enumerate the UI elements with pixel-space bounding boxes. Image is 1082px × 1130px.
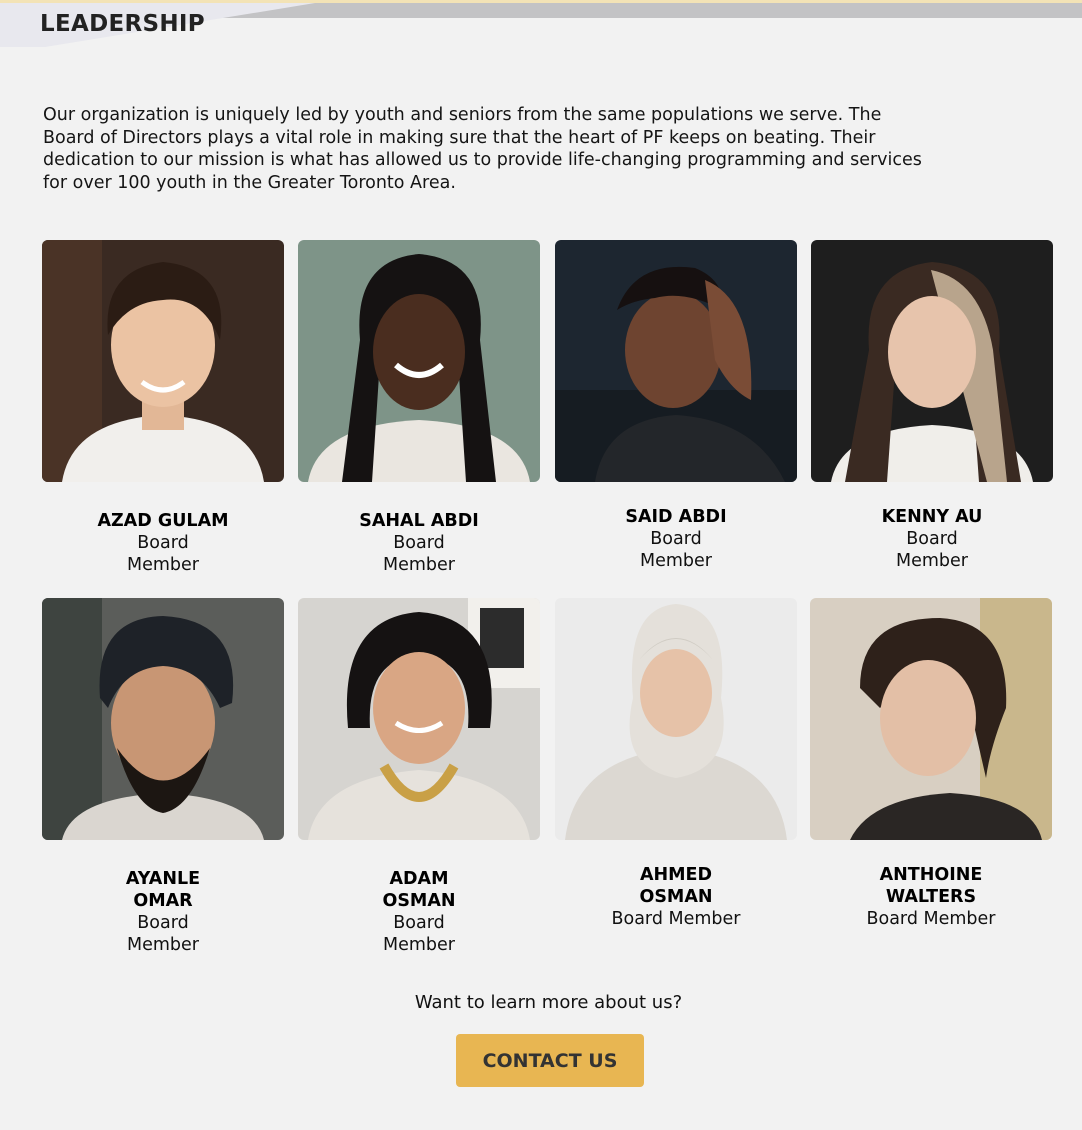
- member-photo: [298, 598, 540, 840]
- member-photo: [42, 240, 284, 482]
- member-photo: [42, 598, 284, 840]
- member-photo: [811, 240, 1053, 482]
- member-role: Board Member: [611, 909, 741, 929]
- team-member-card: AHMED OSMAN Board Member: [555, 598, 797, 930]
- member-role: Board Member: [896, 529, 968, 571]
- member-name: AZAD GULAM: [97, 511, 229, 531]
- member-photo: [555, 598, 797, 840]
- member-photo: [555, 240, 797, 482]
- team-member-card: SAHAL ABDI Board Member: [298, 240, 540, 576]
- team-member-card: ANTHOINE WALTERS Board Member: [810, 598, 1052, 930]
- member-name: AYANLE OMAR: [125, 869, 201, 911]
- section-title: LEADERSHIP: [40, 11, 205, 37]
- learn-more-prompt: Want to learn more about us?: [414, 992, 683, 1013]
- team-member-card: AYANLE OMAR Board Member: [42, 598, 284, 956]
- contact-us-button[interactable]: CONTACT US: [456, 1034, 644, 1087]
- member-name: SAHAL ABDI: [359, 511, 479, 531]
- member-role: Board Member: [866, 909, 996, 929]
- member-name: KENNY AU: [881, 507, 983, 527]
- member-name: ADAM OSMAN: [382, 869, 456, 911]
- member-role: Board Member: [127, 913, 199, 955]
- team-member-card: KENNY AU Board Member: [811, 240, 1053, 572]
- team-member-card: ADAM OSMAN Board Member: [298, 598, 540, 956]
- member-role: Board Member: [127, 533, 199, 575]
- intro-paragraph: Our organization is uniquely led by yout…: [43, 105, 922, 193]
- team-member-card: SAID ABDI Board Member: [555, 240, 797, 572]
- member-photo: [810, 598, 1052, 840]
- member-role: Board Member: [383, 533, 455, 575]
- team-member-card: AZAD GULAM Board Member: [42, 240, 284, 576]
- member-role: Board Member: [383, 913, 455, 955]
- member-photo: [298, 240, 540, 482]
- member-name: ANTHOINE WALTERS: [879, 865, 983, 907]
- member-name: SAID ABDI: [625, 507, 727, 527]
- member-name: AHMED OSMAN: [639, 865, 713, 907]
- member-role: Board Member: [640, 529, 712, 571]
